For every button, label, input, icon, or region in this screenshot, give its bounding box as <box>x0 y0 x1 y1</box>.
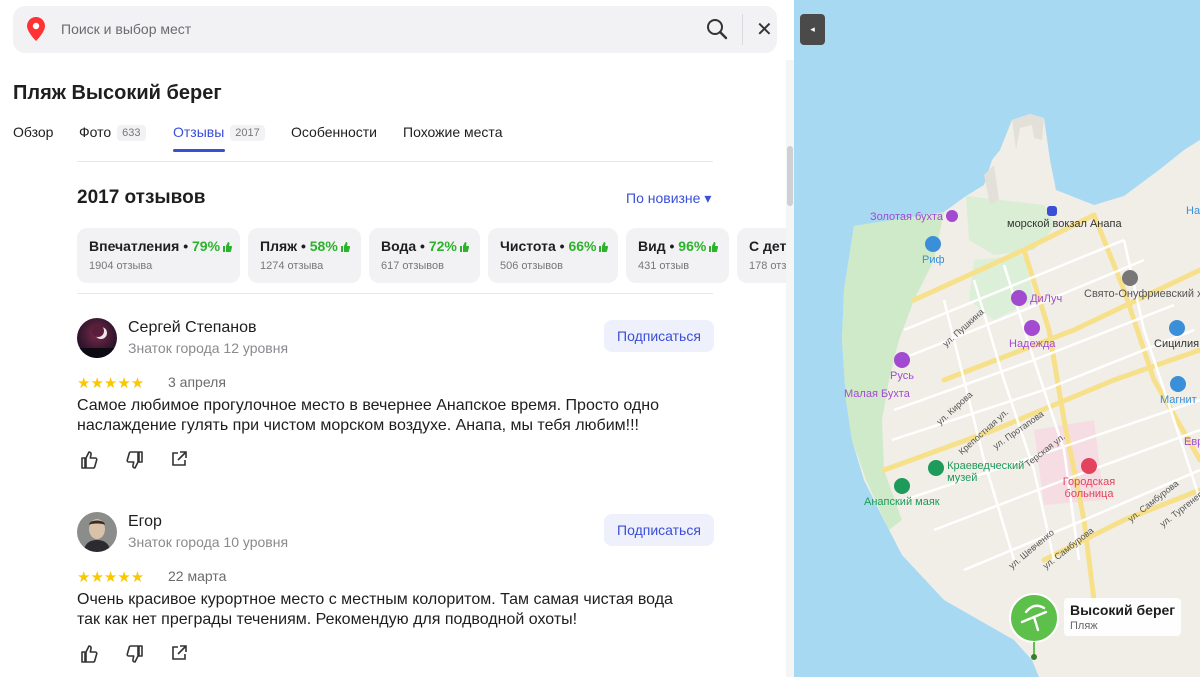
divider <box>77 293 713 294</box>
review-date: 22 марта <box>168 568 227 584</box>
selected-place-label[interactable]: Высокий берег Пляж <box>1064 598 1182 636</box>
thumbs-up-icon <box>459 239 469 252</box>
diving-icon <box>925 236 942 252</box>
aspect-chip[interactable]: Вид • 96% 431 отзыв <box>626 228 729 283</box>
subscribe-button[interactable]: Подписаться <box>604 320 714 352</box>
map-pin-icon <box>27 17 45 46</box>
museum-icon <box>928 460 944 476</box>
map-poi[interactable]: морской вокзал Анапа <box>1007 206 1122 230</box>
dislike-icon[interactable] <box>124 450 144 475</box>
tab-count: 2017 <box>230 125 265 141</box>
thumbs-up-icon <box>340 239 350 252</box>
tab-overview[interactable]: Обзор <box>13 124 53 140</box>
hotel-icon <box>946 210 959 222</box>
search-input[interactable]: Поиск и выбор мест <box>61 21 191 37</box>
aspect-chip[interactable]: Чистота • 66% 506 отзывов <box>488 228 618 283</box>
map-poi[interactable]: Сицилия <box>1154 320 1199 350</box>
review-author-level: Знаток города 10 уровня <box>128 534 289 550</box>
hospital-icon <box>1081 458 1097 474</box>
tab-count: 633 <box>117 125 146 141</box>
review-author-level: Знаток города 12 уровня <box>128 340 289 356</box>
beach-icon <box>1011 290 1027 306</box>
map-view[interactable]: Золотая бухта морской вокзал Анапа Риф Д… <box>794 0 1200 677</box>
map-poi[interactable]: Свято-Онуфриевский храм <box>1084 270 1200 300</box>
tab-photos[interactable]: Фото 633 <box>79 124 146 141</box>
map-poi[interactable]: Анапский маяк <box>864 478 940 508</box>
thumbs-up-icon <box>598 239 609 252</box>
church-icon <box>1122 270 1138 286</box>
anchor-icon <box>1047 206 1057 216</box>
place-panel: Поиск и выбор мест ✕ Пляж Высокий берег … <box>0 0 794 677</box>
aspect-chip[interactable]: Впечатления • 79% 1904 отзыва <box>77 228 240 283</box>
avatar[interactable] <box>77 512 117 552</box>
close-icon[interactable]: ✕ <box>756 20 773 40</box>
star-rating: ★★★★★ <box>77 375 145 392</box>
aspect-chip[interactable]: Пляж • 58% 1274 отзыва <box>248 228 361 283</box>
star-rating: ★★★★★ <box>77 569 145 586</box>
tab-similar[interactable]: Похожие места <box>403 124 502 140</box>
map-poi[interactable]: ДиЛуч <box>1011 290 1062 306</box>
share-icon[interactable] <box>170 450 188 473</box>
map-poi[interactable]: Краеведческий музей <box>928 460 1029 484</box>
map-poi[interactable]: Городская больница <box>1058 458 1120 500</box>
avatar[interactable] <box>77 318 117 358</box>
place-title: Пляж Высокий берег <box>13 82 222 104</box>
review-text: Очень красивое курортное место с местным… <box>77 591 673 628</box>
like-icon[interactable] <box>80 644 100 669</box>
tab-features[interactable]: Особенности <box>291 124 377 140</box>
shop-icon <box>1170 376 1187 392</box>
search-icon[interactable] <box>706 18 728 45</box>
map-poi[interactable]: Евр <box>1184 436 1200 448</box>
sort-dropdown[interactable]: По новизне ▾ <box>626 190 711 207</box>
lighthouse-icon <box>893 478 910 494</box>
selected-place-pin[interactable] <box>1010 594 1058 642</box>
map-poi[interactable]: На <box>1186 205 1200 217</box>
active-tab-indicator <box>173 149 225 152</box>
thumbs-up-icon <box>222 239 233 252</box>
map-poi[interactable]: Малая Бухта <box>844 388 910 400</box>
dislike-icon[interactable] <box>124 644 144 669</box>
map-canvas <box>842 114 1200 677</box>
tab-reviews[interactable]: Отзывы 2017 <box>173 124 265 141</box>
map-poi[interactable]: Русь <box>890 352 914 382</box>
map-poi[interactable]: Риф <box>922 236 945 266</box>
map-poi[interactable]: Магнит <box>1160 376 1197 406</box>
beach-icon <box>893 352 910 368</box>
reviews-heading: 2017 отзывов <box>77 187 206 208</box>
subscribe-button[interactable]: Подписаться <box>604 514 714 546</box>
divider <box>77 161 713 162</box>
search-divider <box>742 14 743 45</box>
thumbs-up-icon <box>708 239 719 252</box>
search-bar[interactable]: Поиск и выбор мест ✕ <box>13 6 777 53</box>
review-text: Самое любимое прогулочное место в вечерн… <box>77 397 659 434</box>
review-author[interactable]: Сергей Степанов <box>128 319 257 337</box>
review-author[interactable]: Егор <box>128 513 162 531</box>
shop-icon <box>1168 320 1185 336</box>
beach-icon <box>1024 320 1041 336</box>
aspect-chip[interactable]: Вода • 72% 617 отзывов <box>369 228 480 283</box>
map-poi[interactable]: Надежда <box>1009 320 1055 350</box>
review-date: 3 апреля <box>168 374 226 390</box>
collapse-panel-button[interactable]: ◂ <box>800 14 825 45</box>
share-icon[interactable] <box>170 644 188 667</box>
like-icon[interactable] <box>80 450 100 475</box>
map-poi[interactable]: Золотая бухта <box>870 210 959 223</box>
scrollbar-thumb[interactable] <box>787 146 793 206</box>
